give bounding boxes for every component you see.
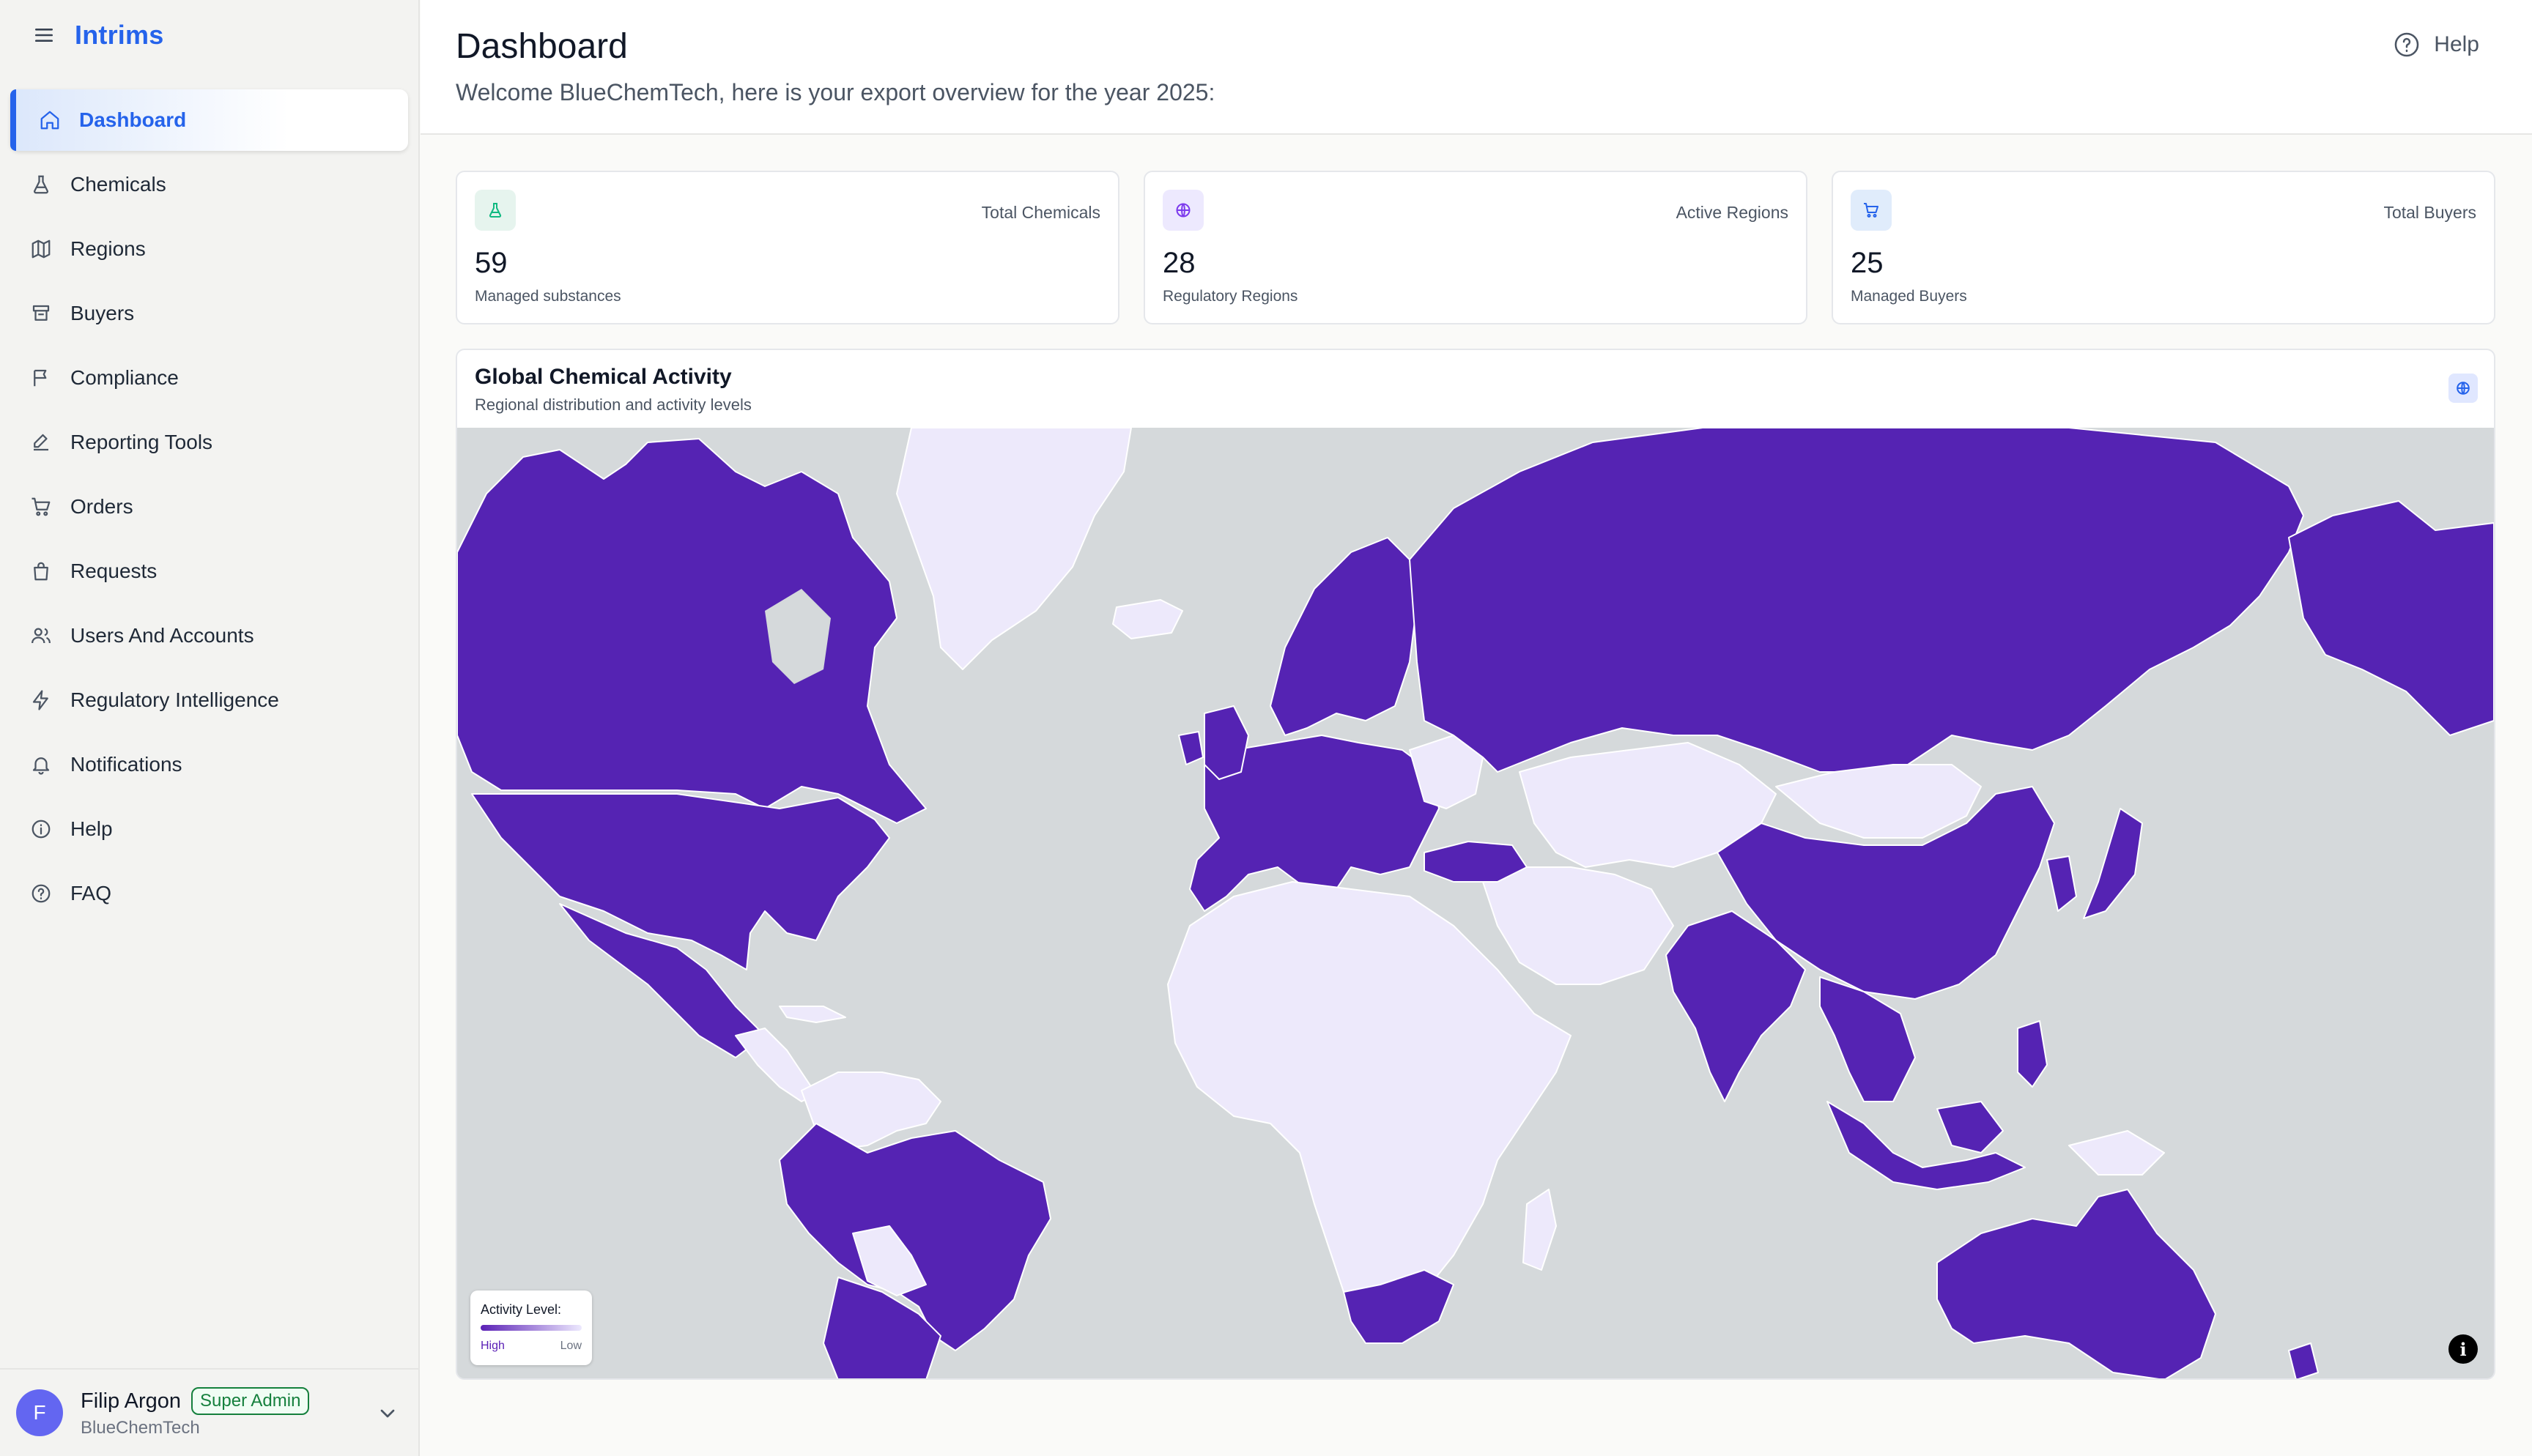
sidebar-item-label: Notifications — [70, 753, 182, 776]
app-logo[interactable]: Intrims — [75, 20, 163, 51]
stat-label: Active Regions — [1676, 203, 1788, 222]
help-label: Help — [2434, 32, 2479, 56]
role-badge: Super Admin — [191, 1387, 310, 1415]
stat-card-total-chemicals[interactable]: Total Chemicals 59 Managed substances — [456, 171, 1119, 324]
legend-title: Activity Level: — [481, 1302, 562, 1317]
sidebar: Intrims Dashboard Chemicals Regions Buye… — [0, 0, 420, 1456]
sidebar-item-buyers[interactable]: Buyers — [10, 283, 408, 344]
legend-high-label: High — [481, 1340, 505, 1352]
stat-description: Managed substances — [475, 288, 621, 305]
sidebar-nav: Dashboard Chemicals Regions Buyers Compl… — [10, 89, 408, 927]
flask-icon — [475, 190, 516, 231]
bolt-icon — [28, 687, 54, 713]
info-icon — [28, 816, 54, 842]
menu-icon[interactable] — [29, 21, 59, 50]
world-map-svg[interactable] — [457, 428, 2494, 1380]
sidebar-item-label: Dashboard — [79, 108, 187, 131]
sidebar-item-label: Compliance — [70, 366, 179, 389]
global-activity-map-card: Global Chemical Activity Regional distri… — [456, 349, 2495, 1380]
help-circle-icon — [28, 880, 54, 907]
cart-icon — [1851, 190, 1892, 231]
home-icon — [37, 107, 63, 133]
map-title: Global Chemical Activity — [475, 365, 732, 389]
stat-value: 59 — [475, 247, 508, 279]
sidebar-item-help[interactable]: Help — [10, 798, 408, 860]
sidebar-item-requests[interactable]: Requests — [10, 541, 408, 602]
sidebar-item-users-and-accounts[interactable]: Users And Accounts — [10, 605, 408, 666]
sidebar-item-regions[interactable]: Regions — [10, 218, 408, 280]
sidebar-item-label: Regions — [70, 237, 146, 260]
help-button[interactable]: Help — [2393, 31, 2479, 59]
sidebar-item-label: Buyers — [70, 302, 135, 324]
map-legend: Activity Level: High Low — [470, 1290, 592, 1365]
stat-label: Total Buyers — [2383, 203, 2476, 222]
legend-gradient-bar — [481, 1325, 582, 1331]
sidebar-item-orders[interactable]: Orders — [10, 476, 408, 538]
sidebar-item-compliance[interactable]: Compliance — [10, 347, 408, 409]
stat-description: Regulatory Regions — [1163, 288, 1298, 305]
region-iceland[interactable] — [1112, 599, 1183, 639]
users-icon — [28, 623, 54, 649]
world-map[interactable] — [457, 428, 2494, 1380]
bag-icon — [28, 558, 54, 584]
sidebar-item-regulatory-intelligence[interactable]: Regulatory Intelligence — [10, 669, 408, 731]
sidebar-item-label: FAQ — [70, 882, 112, 905]
legend-low-label: Low — [560, 1340, 582, 1352]
stat-value: 28 — [1163, 247, 1196, 279]
sidebar-item-label: Requests — [70, 560, 158, 582]
map-subtitle: Regional distribution and activity level… — [475, 395, 752, 414]
page-subtitle: Welcome BlueChemTech, here is your expor… — [456, 79, 1215, 105]
sidebar-item-label: Regulatory Intelligence — [70, 688, 279, 711]
bell-icon — [28, 751, 54, 778]
cart-icon — [28, 494, 54, 520]
sidebar-item-label: Users And Accounts — [70, 624, 254, 647]
sidebar-item-reporting-tools[interactable]: Reporting Tools — [10, 412, 408, 473]
stat-label: Total Chemicals — [981, 203, 1100, 222]
user-panel[interactable]: F Filip Argon Super Admin BlueChemTech — [0, 1368, 418, 1456]
chevron-down-icon[interactable] — [376, 1402, 399, 1425]
sidebar-item-dashboard[interactable]: Dashboard — [10, 89, 408, 151]
info-icon[interactable]: i — [2448, 1334, 2478, 1364]
edit-icon — [28, 429, 54, 456]
cart-icon — [28, 300, 54, 327]
sidebar-item-label: Chemicals — [70, 173, 166, 196]
flag-icon — [28, 365, 54, 391]
stat-value: 25 — [1851, 247, 1884, 279]
globe-icon — [1163, 190, 1204, 231]
sidebar-item-label: Help — [70, 817, 113, 840]
sidebar-item-label: Reporting Tools — [70, 431, 213, 453]
page-header: Dashboard Welcome BlueChemTech, here is … — [421, 0, 2532, 135]
sidebar-item-label: Orders — [70, 495, 133, 518]
brand: Intrims — [29, 15, 163, 56]
help-circle-icon — [2393, 31, 2421, 59]
globe-icon[interactable] — [2448, 374, 2478, 403]
stat-description: Managed Buyers — [1851, 288, 1967, 305]
sidebar-item-notifications[interactable]: Notifications — [10, 734, 408, 795]
user-info: Filip Argon Super Admin BlueChemTech — [81, 1387, 310, 1438]
sidebar-item-chemicals[interactable]: Chemicals — [10, 154, 408, 215]
user-org: BlueChemTech — [81, 1418, 200, 1438]
sidebar-item-faq[interactable]: FAQ — [10, 863, 408, 924]
avatar[interactable]: F — [16, 1389, 63, 1436]
flask-icon — [28, 171, 54, 198]
stat-card-active-regions[interactable]: Active Regions 28 Regulatory Regions — [1144, 171, 1807, 324]
page-title: Dashboard — [456, 27, 628, 66]
stat-card-total-buyers[interactable]: Total Buyers 25 Managed Buyers — [1832, 171, 2495, 324]
map-icon — [28, 236, 54, 262]
user-name: Filip Argon — [81, 1389, 182, 1413]
